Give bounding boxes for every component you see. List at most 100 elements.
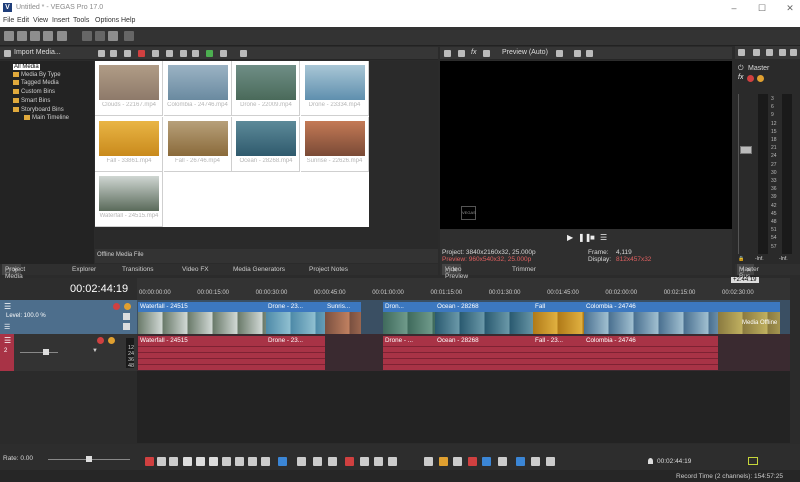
video-event[interactable]: Sunris...: [325, 302, 361, 334]
media-item[interactable]: Fall - 33861.mp4: [95, 116, 163, 172]
copy-icon[interactable]: [95, 31, 105, 41]
tab-media-generators[interactable]: Media Generators: [233, 266, 285, 273]
audio-solo-icon[interactable]: [108, 337, 115, 344]
minimize-icon[interactable]: –: [728, 2, 740, 14]
media-item[interactable]: Ocean - 28268.mp4: [232, 116, 300, 172]
volume-slider[interactable]: [20, 352, 58, 353]
video-event[interactable]: Waterfall - 24515: [138, 302, 266, 334]
preview-stop-icon[interactable]: ■: [590, 233, 595, 242]
next-frame-icon[interactable]: [248, 457, 257, 466]
views-icon[interactable]: [220, 50, 227, 57]
normal-edit-tool-icon[interactable]: [278, 457, 287, 466]
menu-view[interactable]: View: [33, 17, 48, 24]
video-event[interactable]: Dron...: [383, 302, 435, 334]
media-item[interactable]: Waterfall - 24515.mp4: [95, 172, 163, 227]
menu-file[interactable]: File: [3, 17, 14, 24]
cut-icon[interactable]: [82, 31, 92, 41]
marker-icon[interactable]: [439, 457, 448, 466]
audio-track-menu-icon[interactable]: ☰: [4, 336, 11, 345]
timeline-ruler[interactable]: 00:00:00:00 00:00:15:00 00:00:30:00 00:00:4…: [137, 278, 790, 300]
split-screen-icon[interactable]: [483, 50, 490, 57]
selection-tool-icon[interactable]: [313, 457, 322, 466]
solo-icon[interactable]: [124, 303, 131, 310]
pause-icon[interactable]: [196, 457, 205, 466]
timeline-vscrollbar[interactable]: [790, 278, 800, 444]
tab-transitions[interactable]: Transitions: [122, 266, 154, 273]
mixer-insert-icon[interactable]: [766, 49, 773, 56]
media-properties-icon[interactable]: [166, 50, 173, 57]
master-power-icon[interactable]: ⏻: [738, 65, 744, 73]
media-fx-icon[interactable]: [152, 50, 159, 57]
lock-icon[interactable]: [424, 457, 433, 466]
loop-icon[interactable]: [157, 457, 166, 466]
tab-video-preview[interactable]: Video Preview ◻ ✕: [442, 264, 468, 280]
search-icon[interactable]: [240, 50, 247, 57]
pan-dropdown-icon[interactable]: ▼: [92, 348, 98, 354]
tree-item-storyboard-bins[interactable]: Storyboard Bins: [13, 107, 64, 113]
tree-item-media-by-type[interactable]: Media By Type: [13, 72, 61, 78]
video-event[interactable]: Fall: [533, 302, 584, 334]
audio-mute-icon[interactable]: [97, 337, 104, 344]
delete-icon[interactable]: [345, 457, 354, 466]
split-icon[interactable]: [388, 457, 397, 466]
zoom-tool-icon[interactable]: [328, 457, 337, 466]
redo-icon[interactable]: [124, 31, 134, 41]
crossfade-icon[interactable]: [498, 457, 507, 466]
copy-snapshot-icon[interactable]: [574, 50, 581, 57]
properties-icon[interactable]: [57, 31, 67, 41]
video-event[interactable]: [718, 302, 780, 334]
volume-thumb[interactable]: [43, 349, 49, 355]
open-icon[interactable]: [17, 31, 27, 41]
video-track-header[interactable]: ☰ Level: 100.0 % ☰: [0, 300, 137, 334]
record-icon[interactable]: [145, 457, 154, 466]
motion-icon[interactable]: [123, 323, 130, 330]
tree-item-tagged-media[interactable]: Tagged Media: [13, 80, 59, 86]
preview-settings-icon[interactable]: [444, 50, 451, 57]
master-fx-icon[interactable]: fx: [738, 74, 743, 81]
media-item[interactable]: Sunrise - 22626.mp4: [300, 116, 369, 172]
envelope-tool-icon[interactable]: [297, 457, 306, 466]
tab-master-bus[interactable]: Master Bus ◻ ✕: [737, 264, 759, 280]
master-solo-icon[interactable]: [757, 75, 764, 82]
tab-explorer[interactable]: Explorer: [72, 266, 96, 273]
menu-edit[interactable]: Edit: [17, 17, 29, 24]
tree-item-main-timeline[interactable]: Main Timeline: [24, 115, 69, 121]
audio-event[interactable]: Drone - 23...: [266, 336, 325, 370]
media-item[interactable]: Drone - 23334.mp4: [300, 61, 369, 116]
loop-region-icon[interactable]: [748, 457, 758, 465]
master-fader[interactable]: [740, 146, 752, 154]
group-icon[interactable]: [546, 457, 555, 466]
go-to-start-icon[interactable]: [222, 457, 231, 466]
previous-frame-icon[interactable]: [235, 457, 244, 466]
event-fx-icon[interactable]: [531, 457, 540, 466]
preview-properties-icon[interactable]: [458, 50, 465, 57]
ripple-mode-icon[interactable]: [516, 457, 525, 466]
preview-quality-dropdown[interactable]: Preview (Auto): [502, 49, 548, 56]
menu-insert[interactable]: Insert: [52, 17, 70, 24]
tab-project-media[interactable]: Project Media ◻ ✕: [2, 264, 25, 280]
render-icon[interactable]: [43, 31, 53, 41]
trim-icon[interactable]: [124, 50, 131, 57]
menu-options[interactable]: Options: [95, 17, 119, 24]
audio-track-header[interactable]: ☰ 2 ▼: [0, 334, 137, 371]
fx-icon[interactable]: fx: [471, 49, 476, 56]
audio-event[interactable]: Ocean - 28268: [435, 336, 533, 370]
remove-icon[interactable]: [138, 50, 145, 57]
capture-icon[interactable]: [98, 50, 105, 57]
mixer-dim-icon[interactable]: [790, 49, 797, 56]
play-icon[interactable]: [183, 457, 192, 466]
audio-event[interactable]: Fall - 23...: [533, 336, 584, 370]
play-media-icon[interactable]: [180, 50, 187, 57]
import-media-button[interactable]: Import Media...: [14, 49, 61, 56]
tab-trimmer[interactable]: Trimmer: [512, 266, 536, 273]
menu-help[interactable]: Help: [121, 17, 135, 24]
overlays-icon[interactable]: [556, 50, 563, 57]
tab-project-notes[interactable]: Project Notes: [309, 266, 348, 273]
tree-item-custom-bins[interactable]: Custom Bins: [13, 89, 55, 95]
mixer-downmix-icon[interactable]: [779, 49, 786, 56]
mute-icon[interactable]: [113, 303, 120, 310]
track-expand-icon[interactable]: ☰: [4, 323, 10, 331]
audio-event[interactable]: Drone - ...: [383, 336, 435, 370]
trim-start-icon[interactable]: [360, 457, 369, 466]
track-menu-icon[interactable]: ☰: [4, 302, 11, 311]
